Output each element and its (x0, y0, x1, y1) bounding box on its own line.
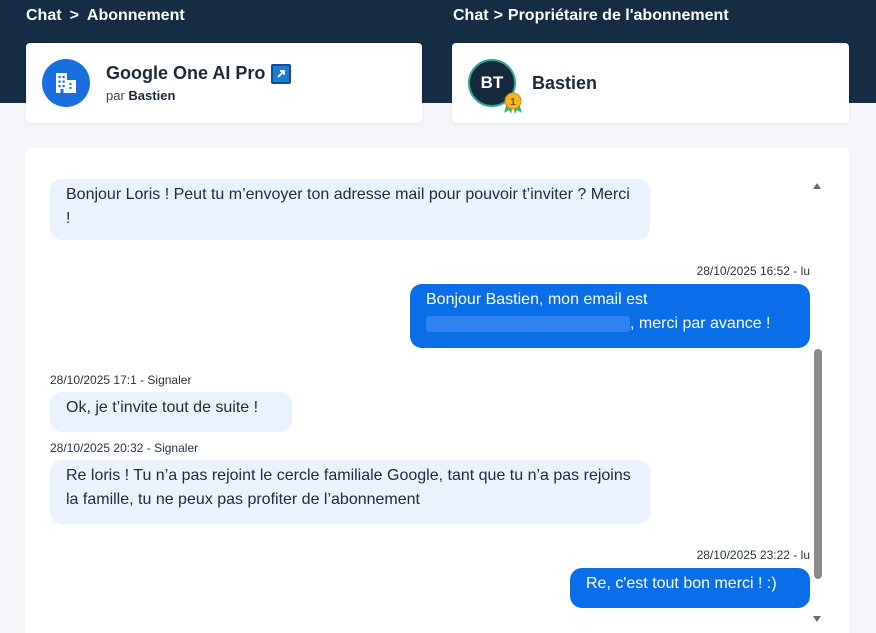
message-outgoing: Bonjour Bastien, mon email est , merci p… (410, 284, 810, 348)
message-text: Bonjour Loris ! Peut tu m’envoyer ton ad… (66, 186, 630, 227)
subscription-by-label: par (106, 88, 125, 103)
message-incoming: Re loris ! Tu n’a pas rejoint le cercle … (50, 460, 650, 524)
owner-card[interactable]: BT 1 Bastien (452, 43, 849, 123)
message-incoming: Bonjour Loris ! Peut tu m’envoyer ton ad… (50, 179, 650, 240)
subscription-title: Google One AI Pro (106, 63, 266, 83)
breadcrumb-subscription: Chat > Abonnement (26, 7, 185, 25)
breadcrumb-current: Propriétaire de l'abonnement (507, 7, 729, 24)
message-meta-text[interactable]: 28/10/2025 20:32 - Signaler (50, 441, 198, 455)
owner-name: Bastien (532, 72, 598, 93)
message-meta: 28/10/2025 17:1 - Signaler (50, 373, 191, 387)
message-text-after: , merci par avance ! (630, 315, 771, 332)
avatar: BT 1 (468, 59, 522, 114)
avatar-initials: BT (480, 73, 504, 92)
building-icon (42, 59, 90, 107)
message-text: Re, c'est tout bon merci ! :) (586, 575, 777, 592)
scroll-down-arrow-icon[interactable] (813, 616, 821, 622)
subscription-card[interactable]: Google One AI Pro par Bastien (26, 43, 422, 123)
breadcrumb-separator: > (493, 7, 503, 24)
breadcrumb-separator: > (69, 7, 79, 24)
subscription-owner-name: Bastien (128, 88, 176, 103)
external-link-icon[interactable] (271, 63, 292, 84)
scroll-up-arrow-icon[interactable] (813, 183, 821, 189)
message-text-before: Bonjour Bastien, mon email est (426, 291, 648, 308)
message-meta: 28/10/2025 16:52 - lu (696, 264, 810, 278)
message-text: Re loris ! Tu n’a pas rejoint le cercle … (66, 467, 631, 508)
message-text: Ok, je t’invite tout de suite ! (66, 399, 259, 416)
message-incoming: Ok, je t’invite tout de suite ! (50, 392, 292, 432)
breadcrumb-owner: Chat > Propriétaire de l'abonnement (453, 7, 729, 25)
redacted-email (426, 315, 630, 332)
message-meta: 28/10/2025 20:32 - Signaler (50, 441, 198, 455)
breadcrumb-chat-link[interactable]: Chat (453, 7, 489, 24)
message-outgoing: Re, c'est tout bon merci ! :) (570, 568, 810, 608)
medal-number: 1 (510, 97, 516, 108)
message-meta: 28/10/2025 23:22 - lu (696, 548, 810, 562)
breadcrumb-current: Abonnement (86, 7, 185, 24)
message-meta-text[interactable]: 28/10/2025 17:1 - Signaler (50, 373, 191, 387)
scrollbar-thumb[interactable] (814, 349, 822, 579)
breadcrumb-chat-link[interactable]: Chat (26, 7, 62, 24)
medal-icon: 1 (504, 92, 522, 114)
